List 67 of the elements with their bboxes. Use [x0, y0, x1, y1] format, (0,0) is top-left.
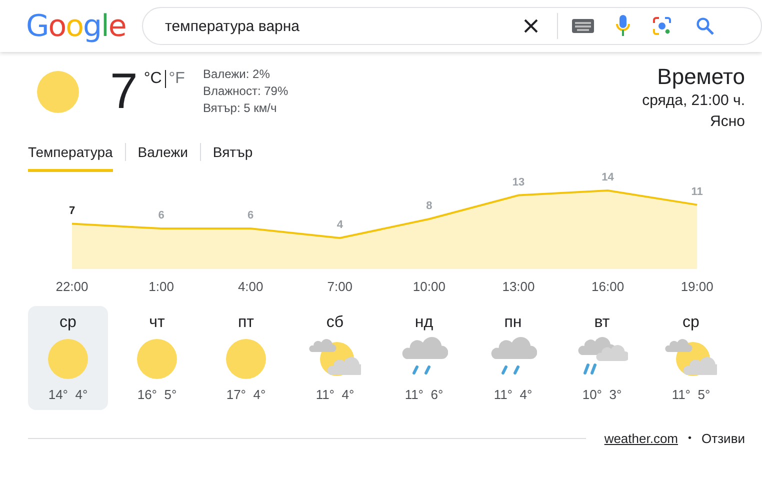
- weather-detail: Валежи: 2%: [202, 66, 271, 83]
- sun-icon: [46, 337, 90, 381]
- unit-toggle[interactable]: °F: [168, 70, 185, 90]
- sun-icon: [224, 337, 268, 381]
- day-card[interactable]: пн 11° 4°: [473, 306, 553, 410]
- close-icon[interactable]: [523, 18, 539, 34]
- day-name: сб: [326, 313, 344, 333]
- day-name: ср: [60, 313, 76, 333]
- source-link[interactable]: weather.com: [604, 431, 678, 446]
- weather-detail: Влажност: 79%: [202, 83, 288, 100]
- day-card[interactable]: сб 11° 4°: [295, 306, 375, 410]
- temperature-range: 14° 4°: [48, 387, 88, 402]
- feedback-link[interactable]: Отзиви: [702, 431, 745, 446]
- day-name: пт: [238, 313, 254, 333]
- day-card[interactable]: ср 11° 5°: [651, 306, 731, 410]
- axis-label: 7:00: [327, 279, 353, 294]
- axis-label: 16:00: [592, 279, 624, 294]
- data-label: 14: [602, 172, 614, 184]
- data-label: 6: [248, 210, 254, 222]
- tab[interactable]: Вятър: [212, 141, 253, 172]
- keyboard-icon[interactable]: [572, 19, 594, 33]
- day-card[interactable]: нд 11° 6°: [384, 306, 464, 410]
- weather-title: Времето: [657, 64, 745, 90]
- condition-text: Ясно: [710, 112, 745, 132]
- axis-label: 22:00: [56, 279, 88, 294]
- google-logo[interactable]: Google: [26, 8, 142, 44]
- weather-detail: Вятър: 5 км/ч: [202, 100, 278, 117]
- axis-label: 19:00: [680, 279, 714, 294]
- axis-label: 1:00: [148, 279, 174, 294]
- search-icon[interactable]: [696, 17, 714, 35]
- temperature-range: 11° 4°: [316, 387, 354, 402]
- day-name: вт: [594, 313, 610, 333]
- temperature: 7: [110, 66, 138, 121]
- tab[interactable]: Валежи: [138, 141, 188, 172]
- data-label: 11: [691, 186, 703, 198]
- data-label: 13: [512, 176, 525, 188]
- day-card[interactable]: ср 14° 4°: [28, 306, 108, 410]
- temperature-range: 11° 4°: [494, 387, 532, 402]
- data-label: 6: [158, 210, 164, 222]
- search-query[interactable]: температура варна: [165, 18, 505, 34]
- data-label: 4: [336, 219, 343, 231]
- day-card[interactable]: чт 16° 5°: [117, 306, 197, 410]
- tab[interactable]: Температура: [28, 141, 113, 172]
- day-card[interactable]: пт 17° 4°: [206, 306, 286, 410]
- temperature-range: 16° 5°: [137, 387, 177, 402]
- temperature-range: 11° 6°: [404, 387, 444, 402]
- search-field[interactable]: температура варна: [142, 7, 762, 45]
- data-label: 8: [426, 200, 432, 212]
- unit-toggle[interactable]: °C: [144, 70, 162, 90]
- axis-label: 4:00: [238, 279, 264, 294]
- temperature-range: 17° 4°: [226, 387, 266, 402]
- temperature-range: 10° 3°: [582, 387, 622, 402]
- axis-label: 10:00: [412, 279, 446, 294]
- day-card[interactable]: вт 10° 3°: [562, 306, 642, 410]
- data-label: 7: [68, 204, 76, 217]
- temperature-range: 11° 5°: [672, 387, 710, 402]
- day-name: пн: [504, 313, 522, 333]
- day-name: ср: [682, 313, 700, 333]
- sun-icon: [135, 337, 179, 381]
- date-time: сряда, 21:00 ч.: [642, 91, 745, 111]
- axis-label: 13:00: [502, 279, 535, 294]
- sun-icon: [34, 68, 82, 116]
- day-name: нд: [414, 313, 434, 333]
- microphone-icon[interactable]: [616, 15, 630, 37]
- separator-dot: •: [688, 433, 692, 444]
- camera-icon[interactable]: [652, 16, 672, 36]
- day-name: чт: [149, 313, 165, 333]
